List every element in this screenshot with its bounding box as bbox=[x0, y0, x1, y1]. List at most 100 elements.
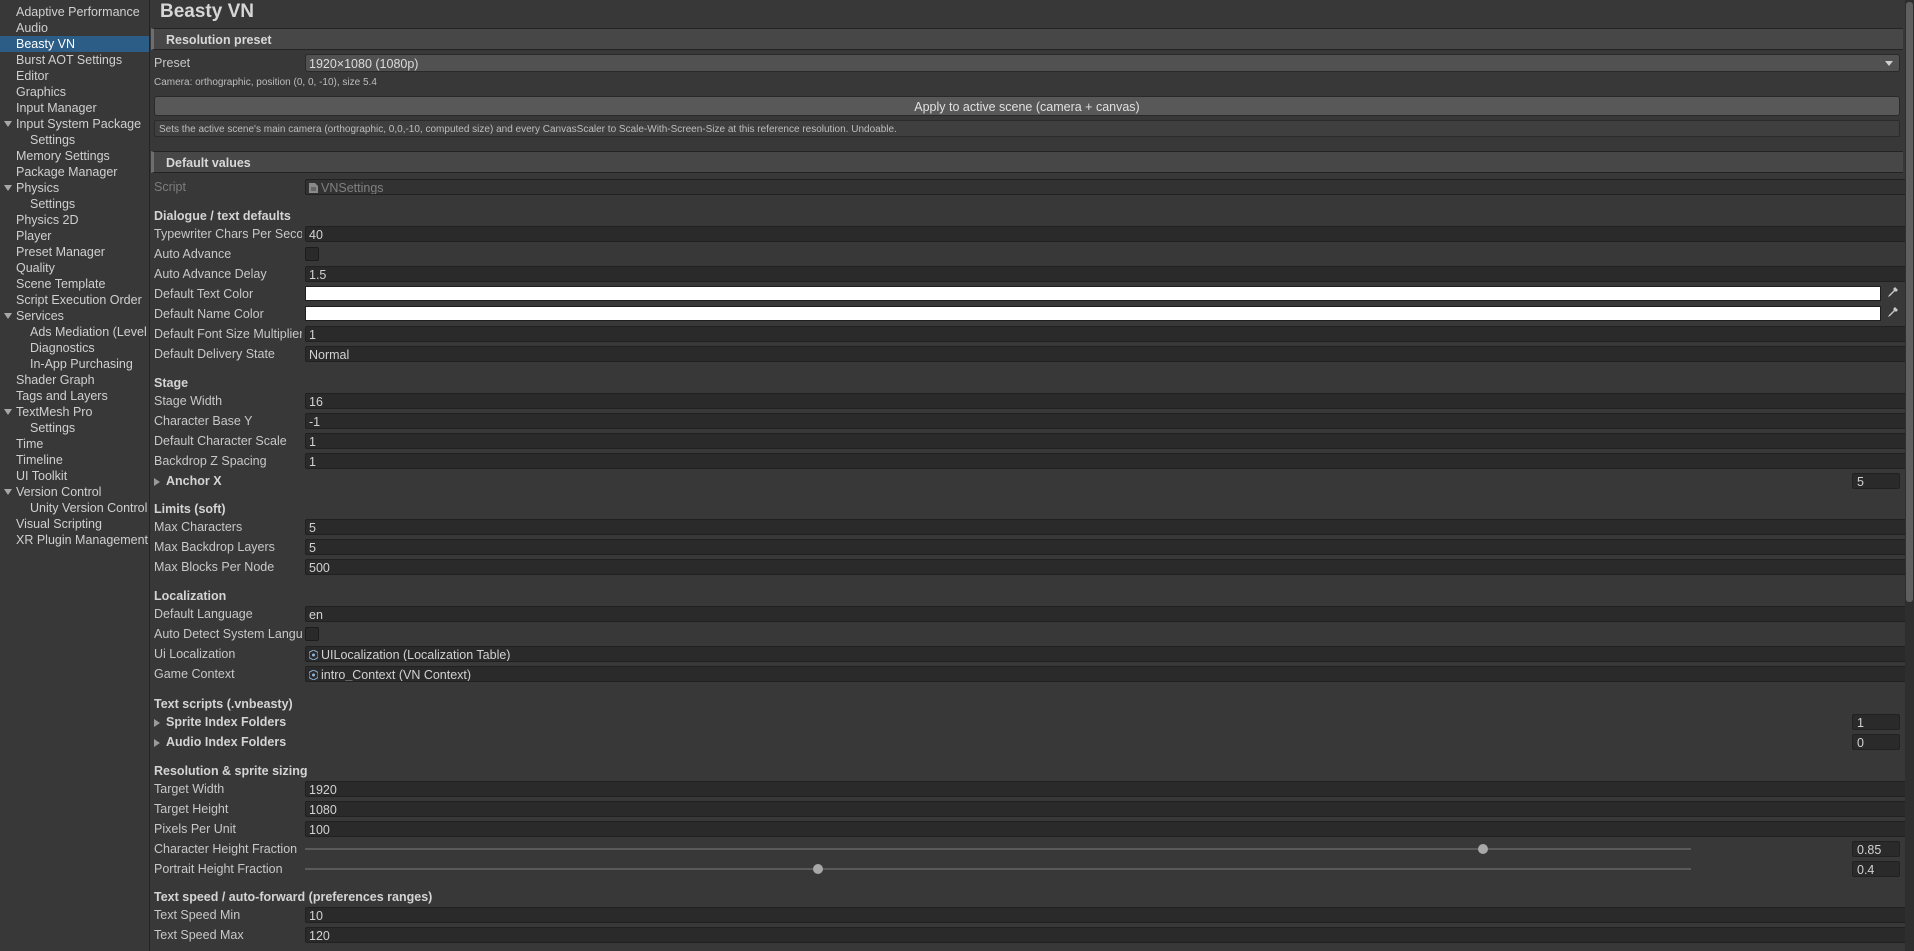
sidebar-item-label: Input Manager bbox=[16, 101, 97, 115]
character-height-slider-thumb[interactable] bbox=[1478, 844, 1489, 854]
portrait-height-slider[interactable] bbox=[305, 864, 1691, 874]
sidebar-item[interactable]: XR Plugin Management bbox=[0, 532, 149, 548]
localization-group-title: Localization bbox=[154, 589, 227, 603]
sidebar-item[interactable]: Audio bbox=[0, 20, 149, 36]
anchor-x-size-field[interactable]: 5 bbox=[1852, 473, 1900, 489]
sidebar-item[interactable]: Adaptive Performance bbox=[0, 4, 149, 20]
sidebar-item-label: Version Control bbox=[16, 485, 102, 499]
sidebar-item[interactable]: Beasty VN bbox=[0, 36, 149, 52]
dialogue-group-title: Dialogue / text defaults bbox=[154, 209, 291, 223]
max-backdrop-layers-field[interactable]: 5 bbox=[305, 539, 1914, 555]
eyedropper-icon[interactable] bbox=[1885, 306, 1899, 320]
character-scale-field[interactable]: 1 bbox=[305, 433, 1914, 449]
anchor-x-label: Anchor X bbox=[166, 474, 222, 488]
sidebar-item[interactable]: Physics bbox=[0, 180, 149, 196]
auto-advance-delay-label: Auto Advance Delay bbox=[154, 267, 267, 281]
sidebar-item[interactable]: Quality bbox=[0, 260, 149, 276]
sidebar-item-label: Ads Mediation (Level bbox=[30, 325, 147, 339]
portrait-height-slider-thumb[interactable] bbox=[812, 864, 823, 874]
sidebar-item[interactable]: Settings bbox=[0, 132, 149, 148]
pixels-per-unit-field[interactable]: 100 bbox=[305, 821, 1914, 837]
chevron-down-icon[interactable] bbox=[4, 409, 12, 415]
sidebar-item-label: Diagnostics bbox=[30, 341, 95, 355]
ui-localization-label: Ui Localization bbox=[154, 647, 236, 661]
typewriter-field[interactable]: 40 bbox=[305, 226, 1914, 242]
sidebar-item[interactable]: Script Execution Order bbox=[0, 292, 149, 308]
delivery-state-field[interactable]: Normal bbox=[305, 346, 1914, 362]
ui-localization-field[interactable]: UILocalization (Localization Table) bbox=[305, 646, 1914, 662]
chevron-down-icon[interactable] bbox=[4, 121, 12, 127]
sidebar-item[interactable]: Graphics bbox=[0, 84, 149, 100]
audio-index-folders-size[interactable]: 0 bbox=[1852, 734, 1900, 750]
name-color-field[interactable] bbox=[305, 306, 1881, 321]
character-height-fraction-field[interactable]: 0.85 bbox=[1852, 841, 1900, 857]
settings-main-panel: Beasty VN Resolution preset Preset 1920×… bbox=[150, 0, 1914, 951]
sidebar-item-label: Graphics bbox=[16, 85, 67, 99]
sidebar-item[interactable]: Input Manager bbox=[0, 100, 149, 116]
resolution-preset-header[interactable]: Resolution preset bbox=[151, 28, 1903, 50]
text-speed-min-field[interactable]: 10 bbox=[305, 907, 1914, 923]
backdrop-z-spacing-field[interactable]: 1 bbox=[305, 453, 1914, 469]
audio-index-folders-foldout[interactable]: Audio Index Folders bbox=[154, 733, 286, 751]
sidebar-item[interactable]: Version Control bbox=[0, 484, 149, 500]
portrait-height-fraction-field[interactable]: 0.4 bbox=[1852, 861, 1900, 877]
sidebar-item[interactable]: TextMesh Pro bbox=[0, 404, 149, 420]
target-height-field[interactable]: 1080 bbox=[305, 801, 1914, 817]
vertical-scrollbar[interactable] bbox=[1905, 0, 1914, 951]
sidebar-item[interactable]: Unity Version Control bbox=[0, 500, 149, 516]
auto-advance-checkbox[interactable] bbox=[305, 247, 319, 261]
auto-detect-language-checkbox[interactable] bbox=[305, 627, 319, 641]
sidebar-item[interactable]: Player bbox=[0, 228, 149, 244]
anchor-x-foldout[interactable]: Anchor X bbox=[154, 472, 222, 490]
character-height-slider[interactable] bbox=[305, 844, 1691, 854]
auto-advance-delay-field[interactable]: 1.5 bbox=[305, 266, 1914, 282]
sidebar-item[interactable]: Editor bbox=[0, 68, 149, 84]
sidebar-item[interactable]: UI Toolkit bbox=[0, 468, 149, 484]
chevron-down-icon[interactable] bbox=[4, 185, 12, 191]
scrollbar-thumb[interactable] bbox=[1906, 2, 1913, 602]
text-speed-max-label: Text Speed Max bbox=[154, 928, 244, 942]
font-size-multiplier-field[interactable]: 1 bbox=[305, 326, 1914, 342]
text-color-field[interactable] bbox=[305, 286, 1881, 301]
character-base-y-field[interactable]: -1 bbox=[305, 413, 1914, 429]
sidebar-item[interactable]: Settings bbox=[0, 420, 149, 436]
sidebar-item[interactable]: Shader Graph bbox=[0, 372, 149, 388]
sidebar-item[interactable]: Scene Template bbox=[0, 276, 149, 292]
script-label: Script bbox=[154, 180, 186, 194]
sidebar-item[interactable]: Visual Scripting bbox=[0, 516, 149, 532]
max-characters-field[interactable]: 5 bbox=[305, 519, 1914, 535]
sidebar-item[interactable]: Burst AOT Settings bbox=[0, 52, 149, 68]
sidebar-item-label: Adaptive Performance bbox=[16, 5, 140, 19]
sidebar-item-label: Physics 2D bbox=[16, 213, 79, 227]
stage-width-field[interactable]: 16 bbox=[305, 393, 1914, 409]
text-speed-max-field[interactable]: 120 bbox=[305, 927, 1914, 943]
game-context-field[interactable]: intro_Context (VN Context) bbox=[305, 666, 1914, 682]
sidebar-item[interactable]: Memory Settings bbox=[0, 148, 149, 164]
character-scale-label: Default Character Scale bbox=[154, 434, 287, 448]
sidebar-item[interactable]: Ads Mediation (Level bbox=[0, 324, 149, 340]
sidebar-item[interactable]: Physics 2D bbox=[0, 212, 149, 228]
sidebar-item-label: Settings bbox=[30, 197, 76, 211]
sprite-index-folders-foldout[interactable]: Sprite Index Folders bbox=[154, 713, 286, 731]
preset-dropdown[interactable]: 1920×1080 (1080p) bbox=[305, 54, 1900, 72]
sprite-index-folders-size[interactable]: 1 bbox=[1852, 714, 1900, 730]
sidebar-item[interactable]: Timeline bbox=[0, 452, 149, 468]
max-blocks-field[interactable]: 500 bbox=[305, 559, 1914, 575]
sidebar-item[interactable]: Time bbox=[0, 436, 149, 452]
apply-to-scene-button[interactable]: Apply to active scene (camera + canvas) bbox=[154, 96, 1900, 116]
sidebar-item[interactable]: Services bbox=[0, 308, 149, 324]
target-width-field[interactable]: 1920 bbox=[305, 781, 1914, 797]
default-values-header[interactable]: Default values bbox=[151, 151, 1903, 173]
chevron-down-icon[interactable] bbox=[4, 489, 12, 495]
default-language-field[interactable]: en bbox=[305, 606, 1914, 622]
sidebar-item[interactable]: Package Manager bbox=[0, 164, 149, 180]
sidebar-item[interactable]: Settings bbox=[0, 196, 149, 212]
sidebar-item[interactable]: Tags and Layers bbox=[0, 388, 149, 404]
sidebar-item[interactable]: In-App Purchasing bbox=[0, 356, 149, 372]
sidebar-item[interactable]: Input System Package bbox=[0, 116, 149, 132]
sidebar-item[interactable]: Diagnostics bbox=[0, 340, 149, 356]
eyedropper-icon[interactable] bbox=[1885, 286, 1899, 300]
sidebar-item[interactable]: Preset Manager bbox=[0, 244, 149, 260]
chevron-down-icon bbox=[1885, 61, 1893, 66]
chevron-down-icon[interactable] bbox=[4, 313, 12, 319]
